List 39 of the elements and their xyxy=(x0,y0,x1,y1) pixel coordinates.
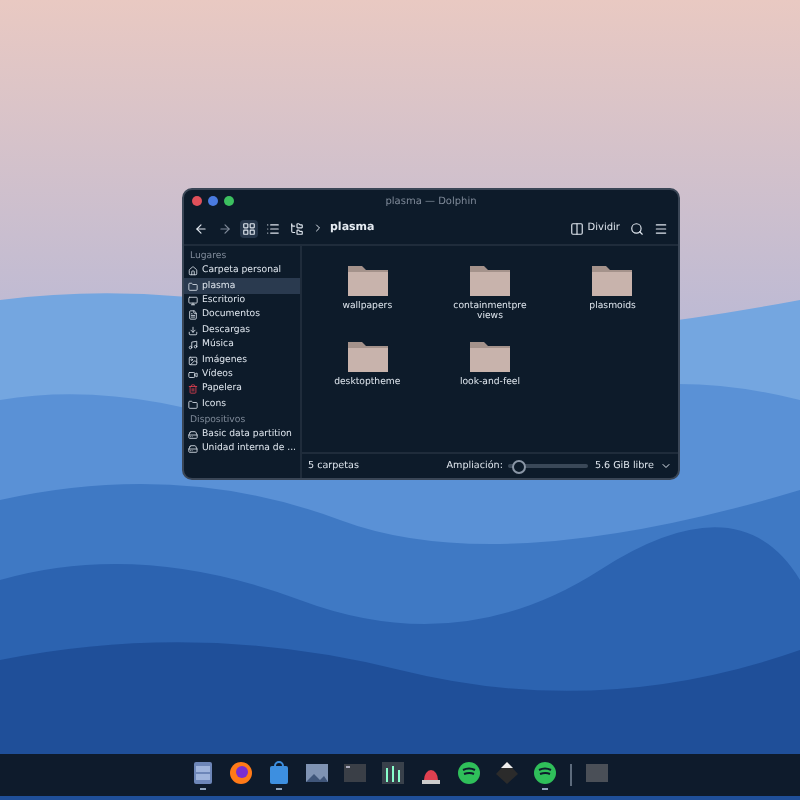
list-view-button[interactable] xyxy=(264,219,282,237)
chevron-icon xyxy=(312,222,324,234)
menu-button[interactable] xyxy=(652,219,670,237)
document-icon xyxy=(188,310,198,321)
home-icon xyxy=(188,266,198,277)
icon-view-button[interactable] xyxy=(240,219,258,237)
video-icon xyxy=(188,369,198,380)
close-button[interactable] xyxy=(192,196,202,206)
minimize-button[interactable] xyxy=(208,196,218,206)
search-button[interactable] xyxy=(628,219,646,237)
download-icon xyxy=(188,325,198,336)
folder-icon xyxy=(345,262,390,298)
folder-icon xyxy=(467,262,512,298)
folder-icon xyxy=(345,338,390,374)
desktop-icon xyxy=(188,295,198,306)
folder-icon xyxy=(467,338,512,374)
landscape-icon[interactable] xyxy=(304,760,330,786)
globe-icon[interactable] xyxy=(228,760,254,786)
drive-icon xyxy=(188,444,198,455)
music-icon[interactable] xyxy=(456,760,482,786)
cabinet-icon[interactable] xyxy=(190,760,216,786)
caret-icon[interactable] xyxy=(660,460,672,472)
maximize-button[interactable] xyxy=(224,196,234,206)
trash-icon xyxy=(188,384,198,395)
forward-button[interactable] xyxy=(216,219,234,237)
mixer-icon[interactable] xyxy=(380,760,406,786)
folder-icon xyxy=(590,262,635,298)
drive-icon xyxy=(188,430,198,441)
folder-icon xyxy=(188,399,198,410)
image-icon xyxy=(188,355,198,366)
music-icon xyxy=(188,340,198,351)
slider-thumb[interactable] xyxy=(512,460,527,474)
tree-view-button[interactable] xyxy=(288,219,306,237)
split-view-icon xyxy=(569,221,584,235)
bag-icon[interactable] xyxy=(266,760,292,786)
diamond-icon[interactable] xyxy=(494,760,520,786)
folder-icon xyxy=(188,281,198,292)
music-icon[interactable] xyxy=(532,760,558,786)
back-button[interactable] xyxy=(192,219,210,237)
